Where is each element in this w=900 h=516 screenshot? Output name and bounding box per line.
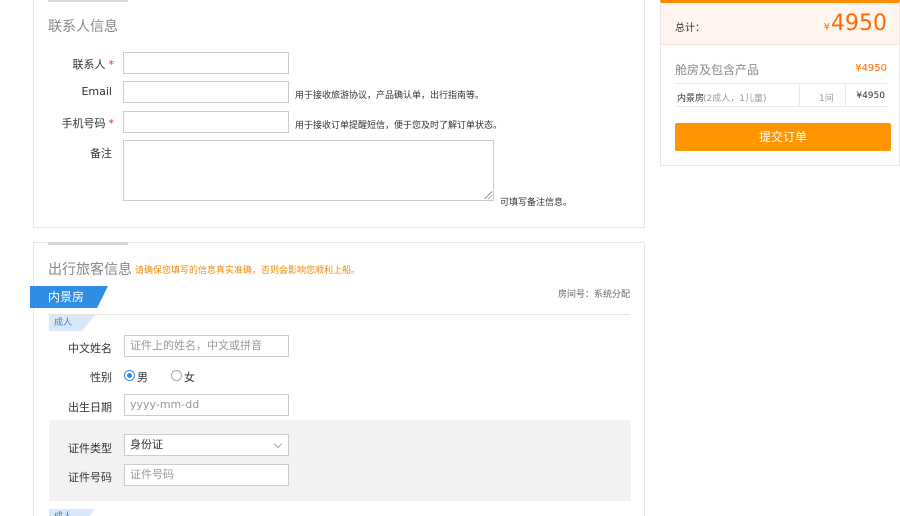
item-qty: 1间: [819, 94, 834, 104]
birth-date-label: 出生日期: [68, 401, 112, 414]
contact-info-panel: 联系人信息 联系人 * Email 用于接收旅游协议，产品确认单，出行指南等。 手…: [33, 0, 645, 228]
gender-female-label[interactable]: 女: [184, 369, 195, 385]
traveler-warning: 请确保您填写的信息真实准确，否则会影响您顺利上船。: [135, 266, 361, 276]
email-hint: 用于接收旅游协议，产品确认单，出行指南等。: [295, 91, 485, 101]
remark-textarea[interactable]: [123, 140, 494, 201]
email-input[interactable]: [123, 81, 289, 103]
id-number-input[interactable]: 证件号码: [124, 464, 289, 486]
id-number-label: 证件号码: [68, 471, 112, 484]
id-section: [49, 420, 631, 501]
room-type-tag: 内景房: [30, 286, 108, 308]
required-mark: *: [108, 58, 115, 71]
total-price: ¥4950: [824, 11, 887, 36]
total-label: 总计：: [675, 23, 705, 34]
gender-label: 性别: [90, 371, 112, 384]
panel-tab-marker: [48, 0, 128, 2]
id-type-value: 身份证: [130, 438, 163, 451]
email-label: Email: [81, 85, 112, 98]
item-detail: (2成人，1儿童): [703, 94, 767, 104]
adult-tag-2: 成人: [49, 509, 95, 516]
gender-male-radio[interactable]: [124, 370, 135, 381]
chinese-name-input[interactable]: 证件上的姓名，中文或拼音: [124, 335, 289, 357]
submit-order-button[interactable]: 提交订单: [675, 123, 891, 151]
phone-label-text: 手机号码: [61, 117, 106, 130]
package-item-row: 内景房 (2成人，1儿童) 1间 ¥4950: [675, 83, 887, 107]
room-number: 房间号：系统分配: [557, 290, 630, 300]
divider: [845, 84, 846, 106]
item-price: ¥4950: [856, 91, 885, 101]
id-type-label: 证件类型: [68, 442, 112, 455]
order-summary: 总计： ¥4950 舱房及包含产品 ¥4950 内景房 (2成人，1儿童) 1间…: [660, 0, 900, 166]
item-name: 内景房: [677, 94, 705, 104]
birth-date-input[interactable]: yyyy-mm-dd: [124, 394, 289, 416]
contact-title: 联系人信息: [48, 19, 118, 35]
resize-handle-icon[interactable]: [484, 191, 492, 199]
total-band: 总计： ¥4950: [661, 3, 899, 45]
contact-name-input[interactable]: [123, 52, 289, 74]
divider: [48, 314, 630, 315]
chinese-name-label: 中文姓名: [68, 342, 112, 355]
travelers-title: 出行旅客信息: [48, 262, 132, 278]
panel-tab-marker: [48, 242, 128, 245]
required-mark: *: [108, 117, 115, 130]
traveler-info-panel: 出行旅客信息 请确保您填写的信息真实准确，否则会影响您顺利上船。 内景房 房间号…: [30, 242, 645, 516]
chevron-down-icon: [273, 439, 283, 449]
gender-female-radio[interactable]: [171, 370, 182, 381]
contact-name-label-text: 联系人: [72, 58, 106, 71]
order-page: 联系人信息 联系人 * Email 用于接收旅游协议，产品确认单，出行指南等。 手…: [0, 0, 900, 516]
contact-name-label: 联系人 *: [34, 56, 115, 72]
gender-male-label[interactable]: 男: [137, 369, 148, 385]
remark-label: 备注: [90, 147, 112, 160]
phone-input[interactable]: [123, 111, 289, 133]
phone-label: 手机号码 *: [34, 115, 115, 131]
phone-hint: 用于接收订单提醒短信，便于您及时了解订单状态。: [295, 121, 503, 131]
id-type-select[interactable]: 身份证: [124, 434, 289, 456]
total-amount: 4950: [831, 11, 887, 36]
package-price: ¥4950: [855, 63, 887, 74]
package-title: 舱房及包含产品: [675, 63, 760, 77]
adult-tag: 成人: [49, 315, 95, 331]
divider: [799, 84, 800, 106]
currency-symbol: ¥: [823, 22, 830, 33]
remark-hint: 可填写备注信息。: [500, 198, 573, 208]
